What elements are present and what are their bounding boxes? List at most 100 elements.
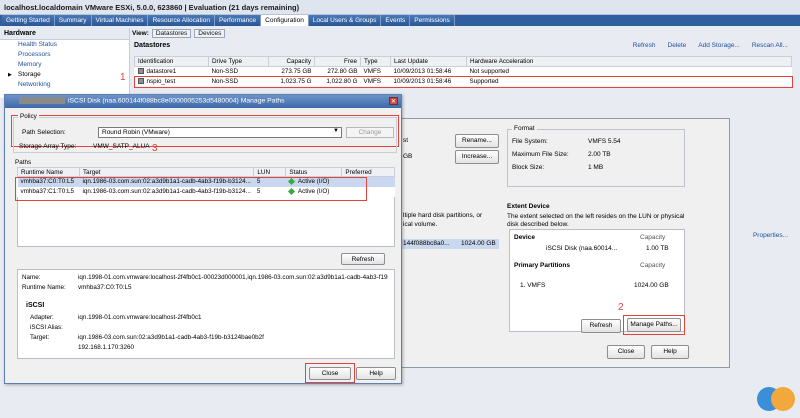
policy-legend: Policy <box>18 113 39 120</box>
refresh-link[interactable]: Refresh <box>633 42 656 49</box>
partitions-capacity-label: Capacity <box>640 262 666 269</box>
col-capacity[interactable]: Capacity <box>268 56 315 67</box>
table-row[interactable]: nspio_test Non-SSD 1,023.75 G 1,022.80 G… <box>133 75 793 88</box>
view-label: View: <box>132 30 149 37</box>
target-ip: 192.168.1.170:3260 <box>78 344 135 351</box>
format-legend: Format <box>512 125 537 132</box>
increase-button[interactable]: Increase... <box>455 150 499 164</box>
device-capacity-label: Capacity <box>640 234 666 241</box>
tab-events[interactable]: Events <box>381 15 411 26</box>
manage-paths-button[interactable]: Manage Paths... <box>627 318 681 332</box>
format-group: Format File System: VMFS 5.54 Maximum Fi… <box>507 125 685 187</box>
cell: nspio_test <box>134 76 209 87</box>
path-details: Name: iqn.1998-01.com.vmware:localhost-2… <box>17 269 395 359</box>
cell: 272.80 GB <box>314 66 361 77</box>
cell: VMFS <box>360 66 391 77</box>
cell: 10/09/2013 01:58:46 <box>390 76 467 87</box>
paths-highlight <box>15 177 367 201</box>
hw-item-networking[interactable]: Networking <box>0 80 129 90</box>
properties-link[interactable]: Properties... <box>753 232 788 239</box>
selected-bullet-icon: ▶ <box>8 72 12 78</box>
device-label: Device <box>514 234 535 241</box>
cell: Not supported <box>466 66 792 77</box>
col-preferred[interactable]: Preferred <box>341 167 395 177</box>
datastore-icon <box>137 78 144 85</box>
change-button[interactable]: Change <box>346 127 394 138</box>
close-button[interactable]: Close <box>309 367 351 380</box>
tab-permissions[interactable]: Permissions <box>410 15 455 26</box>
rename-button[interactable]: Rename... <box>455 134 499 148</box>
manage-paths-titlebar: iSCSI Disk (naa.600144f088bc8e0000005253… <box>5 95 401 108</box>
table-row[interactable]: datastore1 Non-SSD 273.75 GB 272.80 GB V… <box>134 66 792 77</box>
name-value: iqn.1998-01.com.vmware:localhost-2f4fb0c… <box>78 274 388 281</box>
tab-performance[interactable]: Performance <box>214 15 262 26</box>
cell-text: datastore1 <box>146 68 177 75</box>
props-help-button[interactable]: Help <box>651 345 689 359</box>
partitions-label: Primary Partitions <box>514 262 570 269</box>
cell: 10/09/2013 01:58:46 <box>390 66 467 77</box>
props-fragment: st <box>403 137 409 144</box>
target-value: iqn.1986-03.com.sun:02:a3d9b1a1-cadb-4ab… <box>78 334 264 341</box>
props-left-fragment: ical volume. <box>403 221 438 228</box>
col-type[interactable]: Type <box>360 56 391 67</box>
mfs-value: 2.00 TB <box>588 151 611 158</box>
cell: Supported <box>466 76 792 87</box>
view-datastores-button[interactable]: Datastores <box>151 29 192 38</box>
mfs-label: Maximum File Size: <box>512 151 569 158</box>
sat-value: VMW_SATP_ALUA <box>93 143 150 150</box>
name-label: Name: <box>22 274 41 281</box>
annotation-3: 3 <box>152 143 158 154</box>
view-devices-button[interactable]: Devices <box>194 29 226 38</box>
props-close-button[interactable]: Close <box>607 345 645 359</box>
props-fragment-gb: GB <box>403 153 413 160</box>
tab-virtual-machines[interactable]: Virtual Machines <box>91 15 149 26</box>
col-lun[interactable]: LUN <box>253 167 287 177</box>
path-selection-dropdown[interactable]: Round Robin (VMware) ▼ <box>98 127 342 138</box>
tab-local-users-groups[interactable]: Local Users & Groups <box>308 15 382 26</box>
add-storage-link[interactable]: Add Storage... <box>698 42 740 49</box>
hw-item-memory[interactable]: Memory <box>0 60 129 70</box>
datastores-table: Identification Drive Type Capacity Free … <box>133 56 793 88</box>
chevron-down-icon: ▼ <box>333 128 339 134</box>
paths-legend: Paths <box>15 159 32 166</box>
col-last-update[interactable]: Last Update <box>390 56 467 67</box>
cell-text: nspio_test <box>146 78 176 85</box>
cell: 273.75 GB <box>268 66 315 77</box>
cell: Non-SSD <box>208 76 269 87</box>
hardware-panel: Hardware Health Status Processors Memory… <box>0 28 130 98</box>
delete-link[interactable]: Delete <box>668 42 687 49</box>
datastore-icon <box>137 68 144 75</box>
col-target[interactable]: Target <box>78 167 255 177</box>
annotation-2: 2 <box>618 302 624 313</box>
col-status[interactable]: Status <box>285 167 343 177</box>
col-runtime-name[interactable]: Runtime Name <box>17 167 80 177</box>
datastore-actions: Refresh Delete Add Storage... Rescan All… <box>633 42 788 49</box>
extent-size: 1024.00 GB <box>461 240 496 247</box>
tab-resource-allocation[interactable]: Resource Allocation <box>148 15 215 26</box>
bs-value: 1 MB <box>588 164 604 171</box>
manage-paths-dialog: iSCSI Disk (naa.600144f088bc8e0000005253… <box>4 94 402 384</box>
bs-label: Block Size: <box>512 164 545 171</box>
col-identification[interactable]: Identification <box>134 56 209 67</box>
paths-refresh-button[interactable]: Refresh <box>341 253 385 265</box>
extent-refresh-button[interactable]: Refresh <box>581 319 621 333</box>
tab-summary[interactable]: Summary <box>54 15 92 26</box>
col-free[interactable]: Free <box>314 56 361 67</box>
help-button[interactable]: Help <box>356 367 396 380</box>
col-hw-accel[interactable]: Hardware Acceleration <box>466 56 792 67</box>
hw-item-storage[interactable]: ▶ Storage <box>0 70 129 80</box>
hw-item-processors[interactable]: Processors <box>0 50 129 60</box>
datastore-properties-dialog: st GB Rename... Increase... Format File … <box>400 118 730 368</box>
hw-item-health[interactable]: Health Status <box>0 40 129 50</box>
extent-list-row[interactable]: 144f088bc8a0... 1024.00 GB <box>401 239 499 249</box>
manage-paths-title: iSCSI Disk (naa.600144f088bc8e0000005253… <box>68 97 285 105</box>
fs-label: File System: <box>512 138 548 145</box>
rescan-all-link[interactable]: Rescan All... <box>752 42 788 49</box>
tab-getting-started[interactable]: Getting Started <box>2 15 55 26</box>
col-drive-type[interactable]: Drive Type <box>208 56 269 67</box>
fs-value: VMFS 5.54 <box>588 138 621 145</box>
close-icon[interactable]: ✕ <box>389 97 398 105</box>
path-selection-value: Round Robin (VMware) <box>102 129 170 136</box>
cell: Non-SSD <box>208 66 269 77</box>
tab-configuration[interactable]: Configuration <box>261 15 309 26</box>
